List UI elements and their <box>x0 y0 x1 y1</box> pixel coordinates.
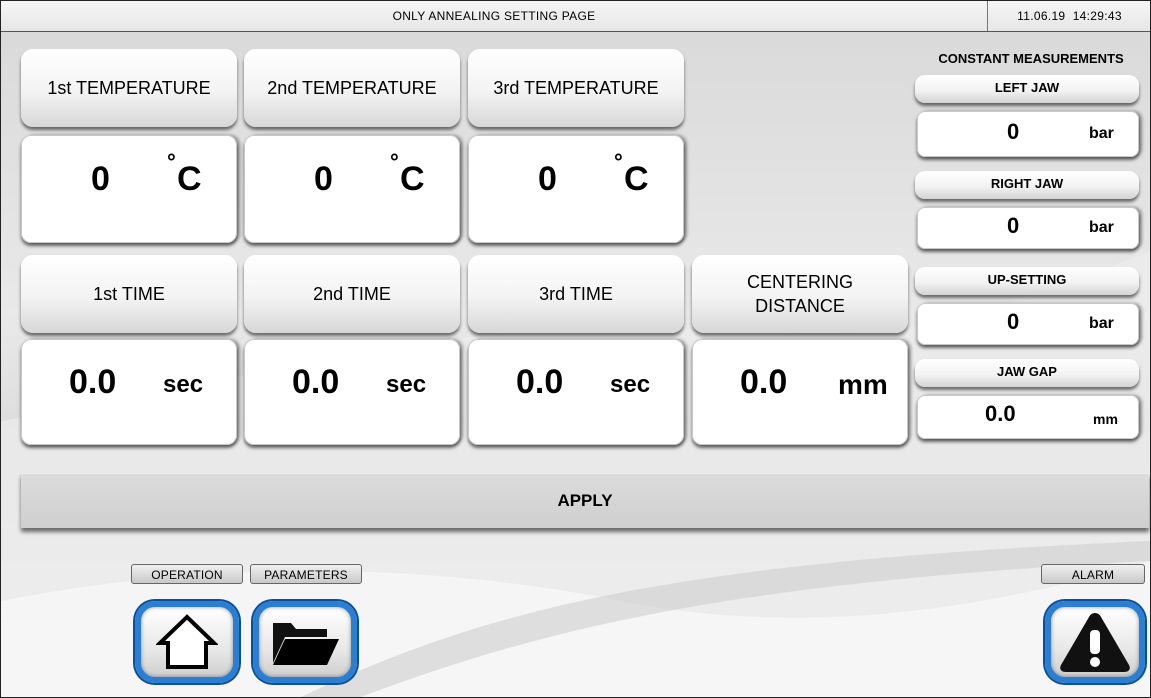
up-setting-label: UP-SETTING <box>987 272 1067 287</box>
page-title: ONLY ANNEALING SETTING PAGE <box>392 9 596 23</box>
operation-label: OPERATION <box>131 564 243 584</box>
time-2-header: 2nd TIME <box>244 255 460 333</box>
right-jaw-label: RIGHT JAW <box>990 176 1064 191</box>
right-jaw-value: 0 <box>1007 213 1020 238</box>
temperature-1-label: 1st TEMPERATURE <box>47 78 211 98</box>
time-1-header: 1st TIME <box>21 255 237 333</box>
left-jaw-value: 0 <box>1007 119 1020 144</box>
temperature-3-header: 3rd TEMPERATURE <box>468 49 684 127</box>
time-2-unit: sec <box>386 371 427 398</box>
time-2-value: 0.0 <box>292 363 340 401</box>
jaw-gap-value: 0.0 <box>985 401 1016 426</box>
temperature-3-value: 0 <box>538 160 557 198</box>
time-3-label: 3rd TIME <box>539 284 613 304</box>
jaw-gap-display: 0.0 mm <box>917 395 1139 439</box>
home-icon <box>156 614 218 669</box>
temperature-2-header: 2nd TEMPERATURE <box>244 49 460 127</box>
up-setting-unit: bar <box>1089 315 1114 332</box>
date-text: 11.06.19 <box>1017 9 1066 23</box>
temperature-2-input[interactable]: 0 ° C <box>244 135 460 243</box>
parameters-label: PARAMETERS <box>250 564 362 584</box>
right-jaw-header: RIGHT JAW <box>915 171 1139 199</box>
centering-label-line2: DISTANCE <box>755 296 845 316</box>
left-jaw-unit: bar <box>1089 125 1114 142</box>
centering-label-line1: CENTERING <box>746 272 853 292</box>
time-1-value: 0.0 <box>69 363 117 401</box>
centering-value: 0.0 <box>740 363 788 401</box>
time-3-unit: sec <box>610 371 651 398</box>
parameters-button[interactable] <box>253 601 357 683</box>
centering-distance-input[interactable]: 0.0 mm <box>692 339 908 445</box>
time-3-value: 0.0 <box>516 363 564 401</box>
up-setting-display: 0 bar <box>917 303 1139 345</box>
temperature-2-unit: C <box>400 160 425 198</box>
temperature-3-label: 3rd TEMPERATURE <box>493 78 659 98</box>
temperature-2-label: 2nd TEMPERATURE <box>267 78 437 98</box>
alarm-button[interactable] <box>1045 601 1145 683</box>
left-jaw-label: LEFT JAW <box>994 80 1060 95</box>
apply-label: APPLY <box>557 491 613 510</box>
degree-symbol: ° <box>614 149 623 174</box>
temperature-1-input[interactable]: 0 ° C <box>21 135 237 243</box>
time-text: 14:29:43 <box>1072 9 1122 23</box>
temperature-1-value: 0 <box>91 160 110 198</box>
temperature-1-header: 1st TEMPERATURE <box>21 49 237 127</box>
centering-unit: mm <box>838 369 888 400</box>
temperature-1-unit: C <box>177 160 202 198</box>
up-setting-value: 0 <box>1007 309 1020 334</box>
right-jaw-unit: bar <box>1089 219 1114 236</box>
time-1-unit: sec <box>163 371 204 398</box>
warning-icon <box>1060 613 1130 672</box>
degree-symbol: ° <box>167 149 176 174</box>
title-bar: ONLY ANNEALING SETTING PAGE 11.06.19 14:… <box>1 1 1150 32</box>
time-3-input[interactable]: 0.0 sec <box>468 339 684 445</box>
constant-measurements-title: CONSTANT MEASUREMENTS <box>938 51 1124 66</box>
alarm-label: ALARM <box>1041 564 1145 584</box>
left-jaw-header: LEFT JAW <box>915 75 1139 103</box>
time-2-label: 2nd TIME <box>313 284 391 304</box>
datetime-display: 11.06.19 14:29:43 <box>987 1 1150 31</box>
time-1-label: 1st TIME <box>93 284 165 304</box>
right-jaw-display: 0 bar <box>917 207 1139 249</box>
apply-button[interactable]: APPLY <box>21 473 1149 528</box>
jaw-gap-header: JAW GAP <box>915 359 1139 387</box>
jaw-gap-unit: mm <box>1093 411 1118 427</box>
temperature-2-value: 0 <box>314 160 333 198</box>
centering-distance-header: CENTERING DISTANCE <box>692 255 908 333</box>
left-jaw-display: 0 bar <box>917 111 1139 157</box>
time-2-input[interactable]: 0.0 sec <box>244 339 460 445</box>
time-1-input[interactable]: 0.0 sec <box>21 339 237 445</box>
jaw-gap-label: JAW GAP <box>997 364 1057 379</box>
time-3-header: 3rd TIME <box>468 255 684 333</box>
degree-symbol: ° <box>390 149 399 174</box>
temperature-3-unit: C <box>624 160 649 198</box>
folder-open-icon <box>273 623 339 665</box>
temperature-3-input[interactable]: 0 ° C <box>468 135 684 243</box>
up-setting-header: UP-SETTING <box>915 267 1139 295</box>
operation-button[interactable] <box>135 601 239 683</box>
hmi-screen: ONLY ANNEALING SETTING PAGE 11.06.19 14:… <box>0 0 1151 698</box>
